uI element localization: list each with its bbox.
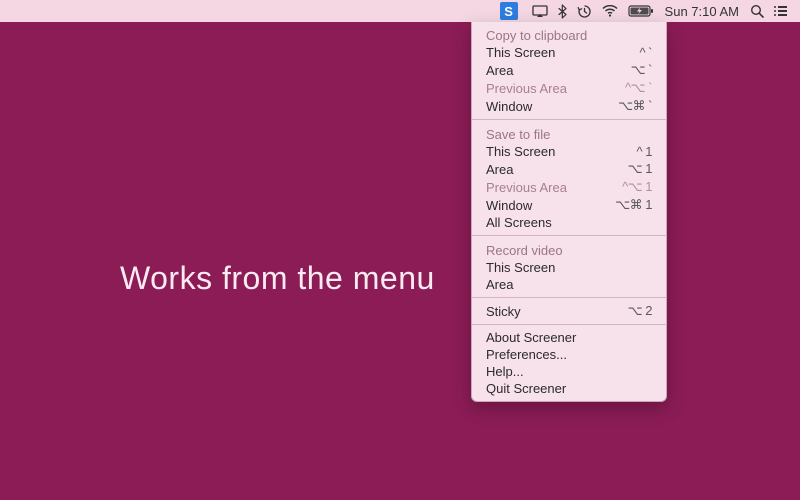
menu-item-label: About Screener: [486, 330, 652, 345]
menu-item-label: Window: [486, 99, 618, 114]
menu-section-header: Record video: [472, 240, 666, 259]
menu-item-shortcut: ⌥ 1: [628, 161, 652, 177]
menu-item-label: This Screen: [486, 45, 639, 60]
menu-item-label: Preferences...: [486, 347, 652, 362]
menu-item-shortcut: ^ 1: [637, 144, 652, 159]
menu-item-shortcut: ^⌥ `: [625, 80, 652, 96]
menu-item-shortcut: ^⌥ 1: [622, 179, 652, 195]
menu-item-label: Quit Screener: [486, 381, 652, 396]
menu-section-header: Save to file: [472, 124, 666, 143]
menubar: S Sun 7:10: [0, 0, 800, 22]
menu-item[interactable]: Area⌥ `: [472, 61, 666, 79]
menu-item-shortcut: ^ `: [639, 45, 652, 60]
menu-item[interactable]: Area⌥ 1: [472, 160, 666, 178]
menu-item-label: Area: [486, 63, 631, 78]
timemachine-icon[interactable]: [572, 0, 597, 22]
menu-item-label: Sticky: [486, 304, 628, 319]
menu-item-shortcut: ⌥ 2: [628, 303, 652, 319]
menu-item-label: This Screen: [486, 260, 652, 275]
app-menubar-icon[interactable]: S: [491, 0, 527, 22]
app-letter-badge: S: [500, 2, 518, 20]
menu-item: Previous Area^⌥ 1: [472, 178, 666, 196]
menu-item: Previous Area^⌥ `: [472, 79, 666, 97]
menu-item[interactable]: Preferences...: [472, 346, 666, 363]
menu-item[interactable]: This Screen^ 1: [472, 143, 666, 160]
menu-separator: [472, 324, 666, 325]
battery-icon[interactable]: [623, 0, 659, 22]
menubar-clock[interactable]: Sun 7:10 AM: [659, 4, 745, 19]
menu-item[interactable]: Window⌥⌘ `: [472, 97, 666, 115]
menu-item[interactable]: Sticky⌥ 2: [472, 302, 666, 320]
menu-item[interactable]: Help...: [472, 363, 666, 380]
notification-center-icon[interactable]: [769, 0, 792, 22]
menu-item-label: Window: [486, 198, 615, 213]
menu-separator: [472, 297, 666, 298]
spotlight-icon[interactable]: [745, 0, 769, 22]
menu-item-label: Previous Area: [486, 180, 622, 195]
menu-item-label: All Screens: [486, 215, 652, 230]
menu-item-label: Previous Area: [486, 81, 625, 96]
menu-item[interactable]: All Screens: [472, 214, 666, 231]
menu-separator: [472, 235, 666, 236]
app-dropdown-menu: Copy to clipboardThis Screen^ `Area⌥ `Pr…: [471, 22, 667, 402]
menu-item[interactable]: This Screen: [472, 259, 666, 276]
menu-item[interactable]: Window⌥⌘ 1: [472, 196, 666, 214]
menu-item[interactable]: Area: [472, 276, 666, 293]
menu-item-label: This Screen: [486, 144, 637, 159]
menu-item-shortcut: ⌥⌘ 1: [615, 197, 652, 213]
wifi-icon[interactable]: [597, 0, 623, 22]
menu-item[interactable]: About Screener: [472, 329, 666, 346]
bluetooth-icon[interactable]: [553, 0, 572, 22]
menu-item-label: Area: [486, 162, 628, 177]
menu-item-shortcut: ⌥ `: [631, 62, 652, 78]
menu-item-shortcut: ⌥⌘ `: [618, 98, 652, 114]
menu-item[interactable]: Quit Screener: [472, 380, 666, 397]
menu-separator: [472, 119, 666, 120]
menu-item-label: Help...: [486, 364, 652, 379]
airplay-icon[interactable]: [527, 0, 553, 22]
menu-item-label: Area: [486, 277, 652, 292]
hero-text: Works from the menu: [120, 260, 435, 297]
menu-item[interactable]: This Screen^ `: [472, 44, 666, 61]
menu-section-header: Copy to clipboard: [472, 25, 666, 44]
